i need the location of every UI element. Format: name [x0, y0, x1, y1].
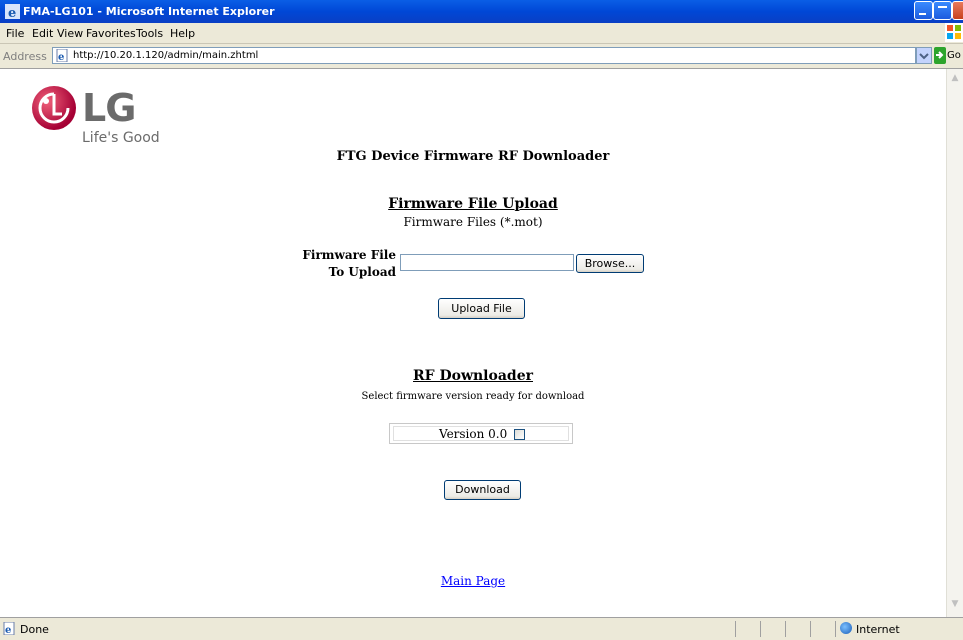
go-label[interactable]: Go	[947, 50, 961, 61]
version-checkbox[interactable]	[514, 429, 525, 440]
security-zone: Internet	[856, 623, 900, 636]
close-button[interactable]	[952, 1, 963, 20]
windows-flag-icon	[945, 23, 963, 42]
scroll-down-icon[interactable]: ▼	[949, 599, 961, 611]
menu-favorites[interactable]: Favorites	[86, 27, 136, 40]
page-title: FTG Device Firmware RF Downloader	[336, 149, 610, 164]
upload-file-button[interactable]: Upload File	[438, 298, 525, 319]
address-label: Address	[3, 50, 47, 63]
rf-downloader-title: RF Downloader	[413, 368, 533, 384]
minimize-button[interactable]	[914, 1, 933, 20]
internet-explorer-icon: e	[5, 4, 20, 19]
status-divider	[735, 621, 736, 637]
go-button[interactable]	[934, 47, 946, 64]
svg-text:e: e	[8, 6, 16, 19]
status-divider	[810, 621, 811, 637]
rf-downloader-subtitle: Select firmware version ready for downlo…	[361, 391, 585, 402]
main-page-link[interactable]: Main Page	[0, 574, 946, 588]
svg-text:e: e	[5, 625, 11, 635]
page-icon: e	[56, 49, 68, 62]
status-divider	[785, 621, 786, 637]
download-button[interactable]: Download	[444, 480, 521, 500]
window-titlebar[interactable]: e FMA-LG101 - Microsoft Internet Explore…	[0, 0, 963, 23]
version-table: Version 0.0	[389, 423, 573, 444]
menu-tools[interactable]: Tools	[136, 27, 163, 40]
menu-help[interactable]: Help	[170, 27, 195, 40]
address-url: http://10.20.1.120/admin/main.zhtml	[73, 50, 259, 61]
firmware-file-label-line1: Firmware File	[302, 248, 396, 262]
menu-file[interactable]: File	[6, 27, 24, 40]
lg-brand: LG	[82, 86, 136, 130]
minimize-icon	[919, 13, 926, 15]
chevron-down-icon	[919, 53, 929, 60]
status-text: Done	[20, 623, 49, 636]
firmware-file-label: Firmware File To Upload	[300, 247, 396, 281]
upload-section-title: Firmware File Upload	[388, 196, 558, 212]
address-bar: Address e http://10.20.1.120/admin/main.…	[0, 44, 963, 69]
version-label: Version 0.0	[439, 427, 508, 441]
firmware-file-input[interactable]	[400, 254, 574, 271]
firmware-file-label-line2: To Upload	[328, 265, 396, 279]
menu-edit[interactable]: Edit	[32, 27, 53, 40]
scroll-up-icon[interactable]: ▲	[949, 73, 961, 85]
vertical-scrollbar[interactable]: ▲ ▼	[946, 69, 963, 617]
lg-tagline: Life's Good	[82, 130, 160, 146]
address-dropdown-button[interactable]	[916, 47, 932, 64]
address-input[interactable]: e http://10.20.1.120/admin/main.zhtml	[52, 47, 916, 64]
menu-bar: File Edit View Favorites Tools Help	[0, 23, 963, 44]
maximize-icon	[938, 6, 947, 8]
maximize-button[interactable]	[933, 1, 952, 20]
status-divider	[760, 621, 761, 637]
status-bar: e Done Internet	[0, 617, 963, 640]
page-done-icon: e	[3, 622, 15, 635]
upload-section-subtitle: Firmware Files (*.mot)	[403, 215, 543, 229]
lg-face-icon	[38, 92, 70, 124]
menu-view[interactable]: View	[57, 27, 83, 40]
page-content: LG Life's Good FTG Device Firmware RF Do…	[0, 69, 946, 617]
window-title: FMA-LG101 - Microsoft Internet Explorer	[23, 5, 275, 18]
status-divider	[835, 621, 836, 637]
browse-button[interactable]: Browse...	[576, 254, 644, 273]
internet-globe-icon	[840, 622, 852, 634]
lg-circle-icon	[32, 86, 76, 130]
svg-text:e: e	[58, 52, 64, 62]
go-arrow-icon	[936, 51, 944, 59]
